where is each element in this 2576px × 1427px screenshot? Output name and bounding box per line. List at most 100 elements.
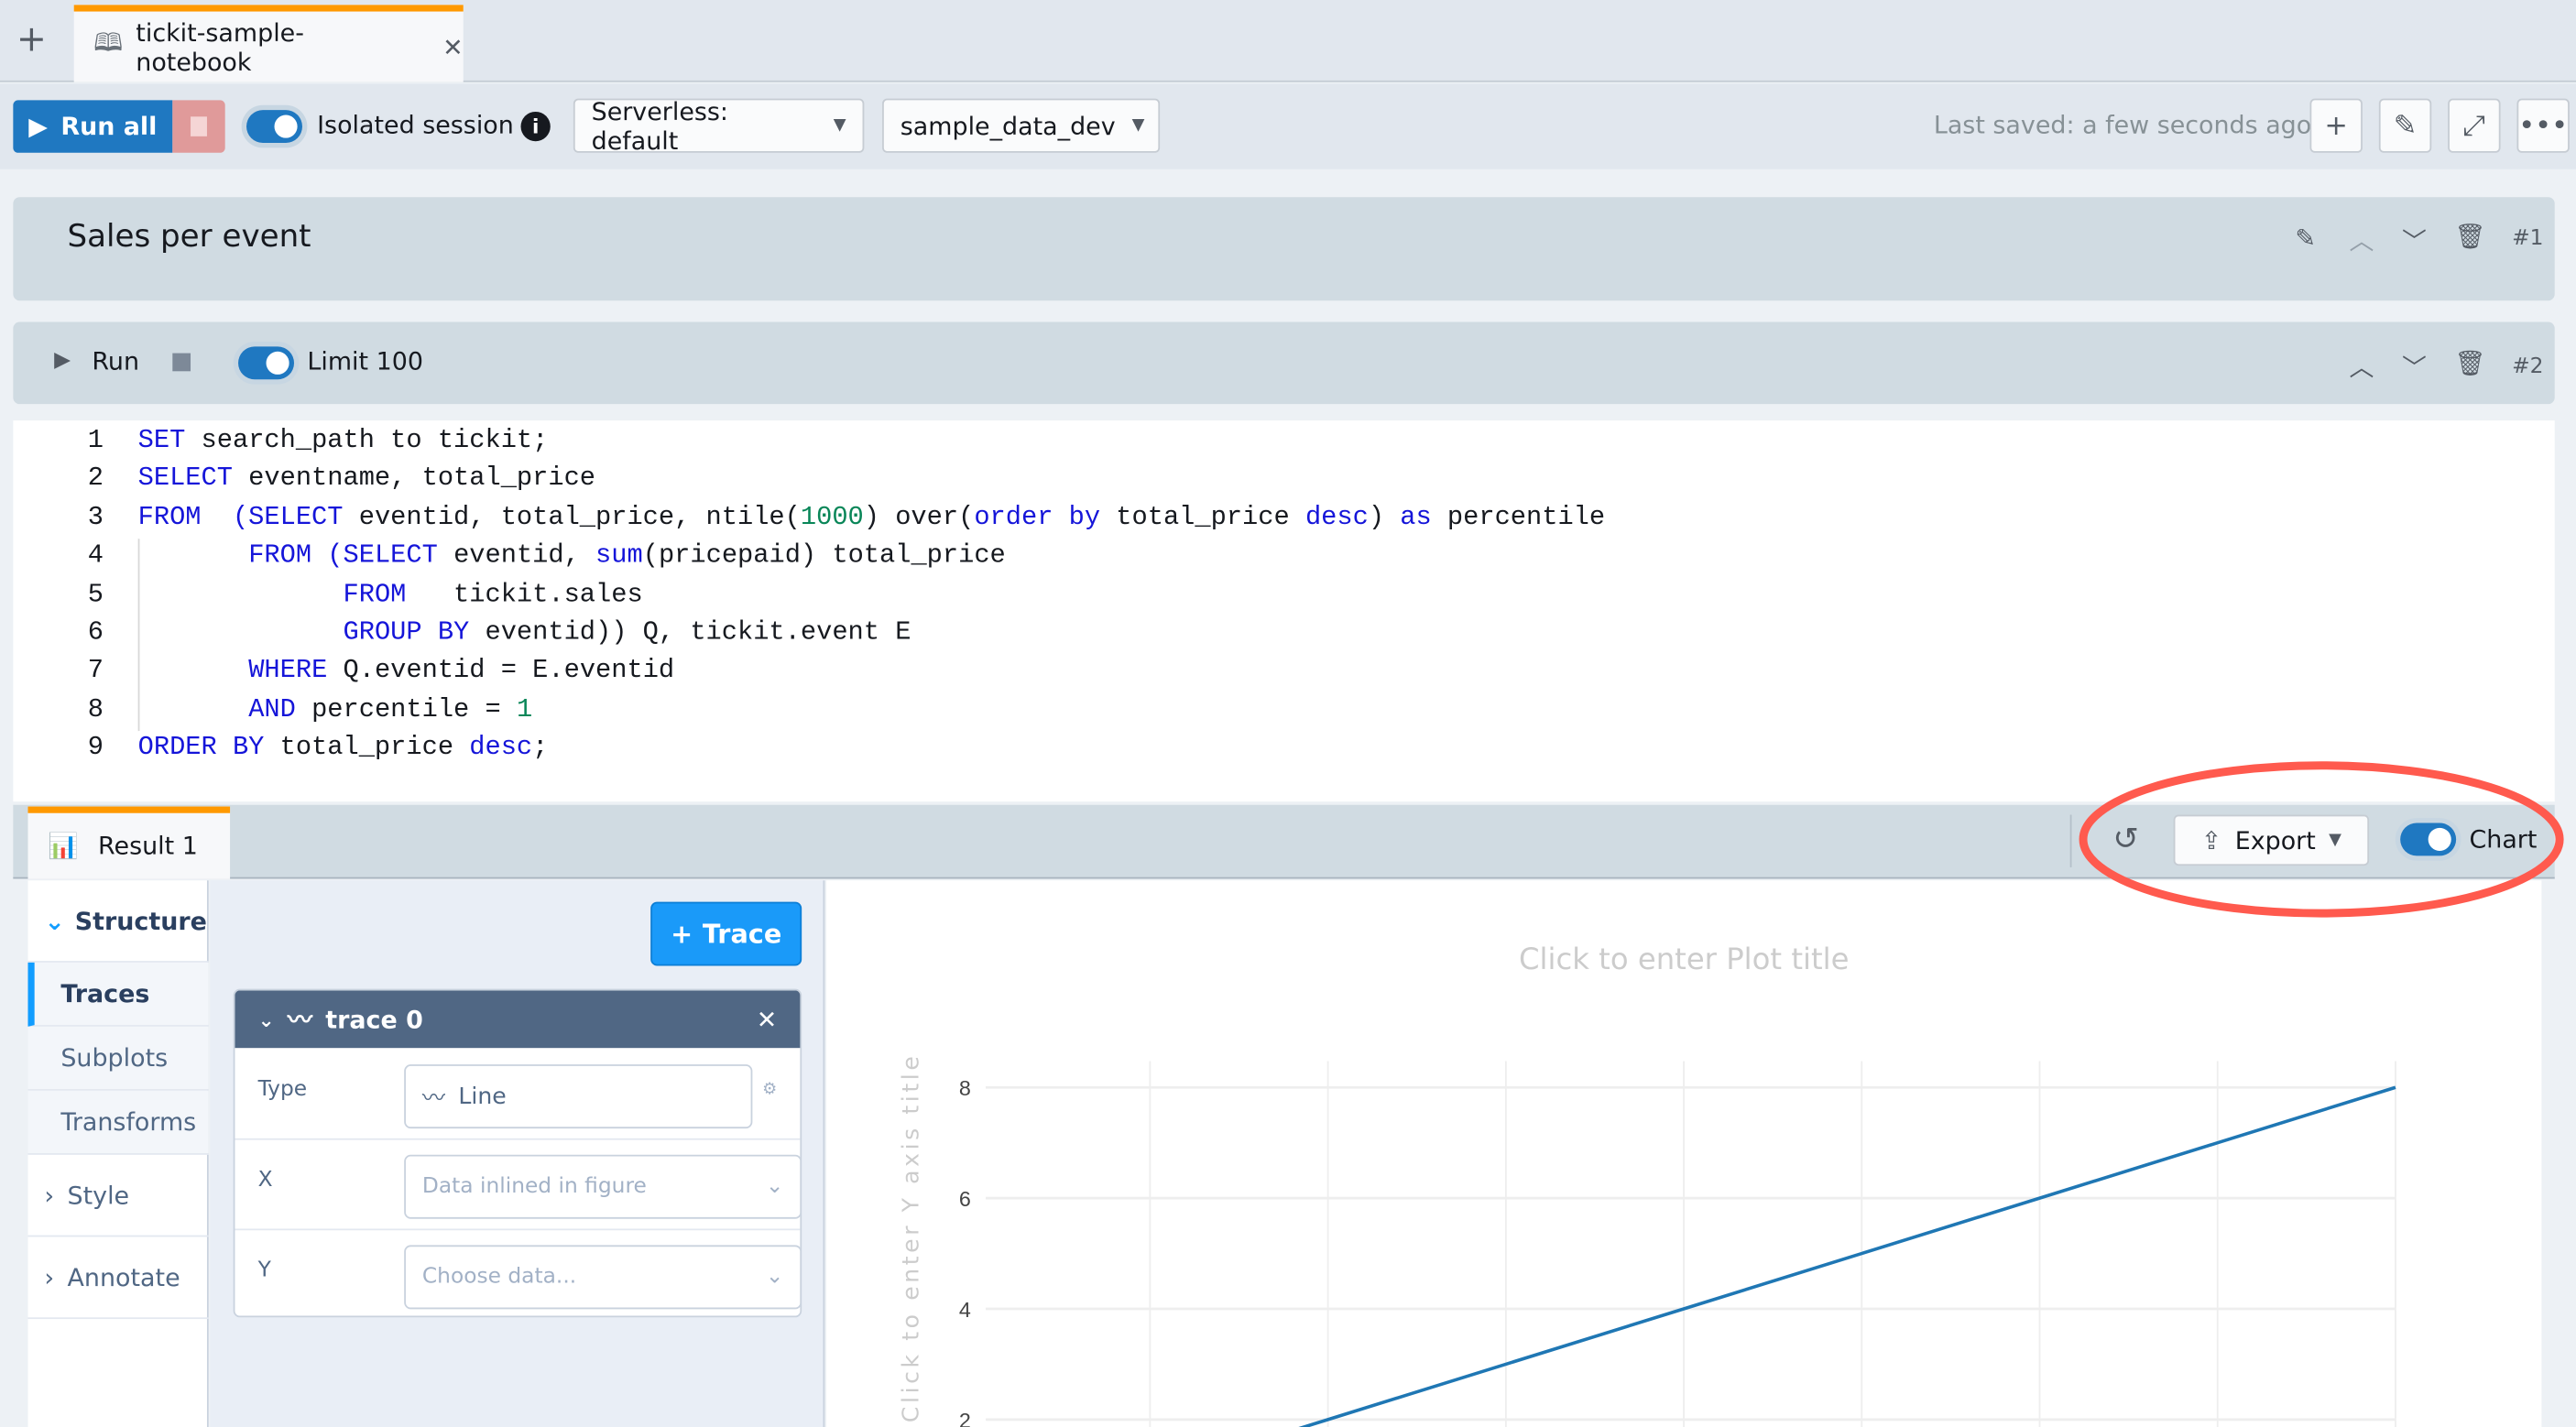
sql-number: 1000 — [800, 502, 864, 532]
add-cell-button[interactable]: + — [2309, 98, 2363, 153]
nav-style[interactable]: › Style — [27, 1155, 209, 1237]
gear-icon[interactable]: ⚙ — [762, 1081, 777, 1099]
line-number: 9 — [87, 733, 104, 763]
sql-keyword: ORDER BY — [137, 733, 265, 763]
trace-type-value: Line — [458, 1083, 507, 1110]
nav-traces[interactable]: Traces — [27, 962, 209, 1027]
add-trace-label: Trace — [702, 918, 782, 950]
nav-subplots[interactable]: Subplots — [27, 1026, 209, 1091]
play-icon[interactable]: ▶ — [54, 348, 71, 373]
close-icon[interactable]: ✕ — [757, 1005, 778, 1034]
tab-title: tickit-sample-notebook — [136, 16, 304, 77]
info-icon[interactable]: i — [520, 111, 551, 142]
line-number: 8 — [87, 694, 104, 724]
trace-header[interactable]: ⌄ 〰 trace 0 ✕ — [235, 990, 801, 1049]
sql-text: ) — [1368, 502, 1401, 532]
sql-text: (pricepaid) total_price — [642, 540, 1006, 571]
y-tick-label: 2 — [959, 1409, 971, 1427]
isolated-session-label: Isolated session — [317, 110, 514, 140]
chevron-down-icon: ⌄ — [257, 1008, 275, 1031]
more-options-button[interactable]: ••• — [2516, 98, 2570, 153]
sql-editor[interactable]: 1 SET search_path to tickit; 2 SELECT event… — [13, 420, 2555, 802]
chevron-right-icon: › — [44, 1180, 55, 1210]
line-number: 5 — [87, 579, 104, 609]
pencil-icon: ✎ — [2393, 109, 2418, 143]
code-line: WHERE Q.eventid = E.eventid — [138, 656, 674, 685]
move-up-icon[interactable]: ︿ — [2350, 350, 2374, 385]
database-value: sample_data_dev — [900, 111, 1116, 141]
sql-text: total_price — [264, 733, 470, 763]
line-number: 7 — [87, 656, 104, 686]
plus-icon: + — [2324, 109, 2348, 143]
line-trace-icon: 〰 — [287, 1005, 312, 1035]
run-cell-button[interactable]: Run — [92, 346, 139, 376]
nav-structure[interactable]: ⌄ Structure — [27, 880, 209, 963]
new-tab-button[interactable]: + — [16, 20, 47, 61]
trash-icon[interactable]: 🗑 — [2454, 222, 2485, 251]
y-label: Y — [257, 1258, 271, 1283]
compute-value: Serverless: default — [591, 95, 728, 156]
sql-keyword: order by — [974, 502, 1101, 532]
trace-type-select[interactable]: 〰 Line — [404, 1064, 753, 1129]
code-line: ORDER BY total_price desc; — [138, 733, 549, 762]
plot-area[interactable]: Click to enter Plot title Click to enter… — [826, 880, 2542, 1427]
code-line: SET search_path to tickit; — [138, 425, 549, 454]
edit-button[interactable]: ✎ — [2378, 98, 2432, 153]
move-down-icon[interactable]: ﹀ — [2402, 350, 2427, 385]
sql-keyword: (SELECT — [232, 502, 344, 532]
line-number: 1 — [87, 425, 104, 455]
run-all-button[interactable]: ▶ Run all — [13, 100, 173, 153]
last-saved-status: Last saved: a few seconds ago — [1933, 110, 2312, 140]
compute-dropdown[interactable]: Serverless: default ▼ — [573, 95, 865, 156]
trace-name: trace 0 — [325, 1004, 423, 1034]
nav-transforms[interactable]: Transforms — [27, 1090, 209, 1155]
notebook-tab[interactable]: 🕮 tickit-sample-notebook ✕ — [73, 5, 464, 82]
sql-keyword: sum — [595, 540, 643, 571]
sql-keyword: SET — [137, 425, 186, 455]
close-tab-icon[interactable]: ✕ — [442, 32, 464, 61]
fullscreen-button[interactable]: ⤢ — [2448, 98, 2501, 153]
result-tab[interactable]: 📊 Result 1 — [27, 806, 231, 879]
y-data-placeholder: Choose data... — [421, 1264, 577, 1290]
trash-icon[interactable]: 🗑 — [2454, 348, 2485, 377]
stop-all-button[interactable] — [172, 100, 225, 153]
database-dropdown[interactable]: sample_data_dev ▼ — [882, 98, 1161, 153]
stop-icon[interactable] — [172, 353, 191, 372]
plus-icon: + — [671, 918, 693, 950]
sql-keyword: (SELECT — [327, 540, 438, 571]
cell-title: Sales per event — [67, 218, 311, 255]
expand-icon: ⤢ — [2462, 109, 2486, 143]
move-up-icon[interactable]: ︿ — [2350, 223, 2374, 258]
y-data-select[interactable]: Choose data... ⌄ — [404, 1245, 801, 1310]
sql-keyword: FROM — [248, 540, 312, 571]
indent-guide — [137, 539, 140, 732]
isolated-session-toggle[interactable] — [246, 110, 302, 144]
y-tick-label: 8 — [959, 1076, 971, 1100]
x-data-select[interactable]: Data inlined in figure ⌄ — [404, 1154, 801, 1219]
sql-keyword: as — [1400, 502, 1432, 532]
chevron-down-icon: ⌄ — [765, 1174, 784, 1200]
add-trace-button[interactable]: + Trace — [650, 901, 802, 966]
nav-annotate-label: Annotate — [67, 1262, 180, 1292]
caret-down-icon: ▼ — [1131, 116, 1145, 136]
sql-text: tickit.sales — [406, 579, 643, 609]
highlight-ellipse — [2079, 761, 2564, 918]
limit-toggle[interactable] — [238, 346, 295, 380]
chart-editor-nav: ⌄ Structure Traces Subplots Transforms › S… — [27, 880, 209, 1427]
sql-text: eventname, total_price — [232, 463, 596, 494]
sql-text: eventid, total_price, ntile( — [343, 502, 801, 532]
y-tick-label: 4 — [959, 1298, 971, 1322]
pencil-icon[interactable]: ✎ — [2295, 223, 2316, 253]
sql-keyword: SELECT — [137, 463, 233, 494]
markdown-cell[interactable] — [13, 197, 2555, 301]
nav-structure-label: Structure — [74, 906, 207, 936]
line-number: 3 — [87, 502, 104, 532]
move-down-icon[interactable]: ﹀ — [2402, 223, 2427, 258]
code-line: FROM (SELECT eventid, sum(pricepaid) tot… — [138, 540, 1006, 570]
nav-annotate[interactable]: › Annotate — [27, 1236, 209, 1320]
